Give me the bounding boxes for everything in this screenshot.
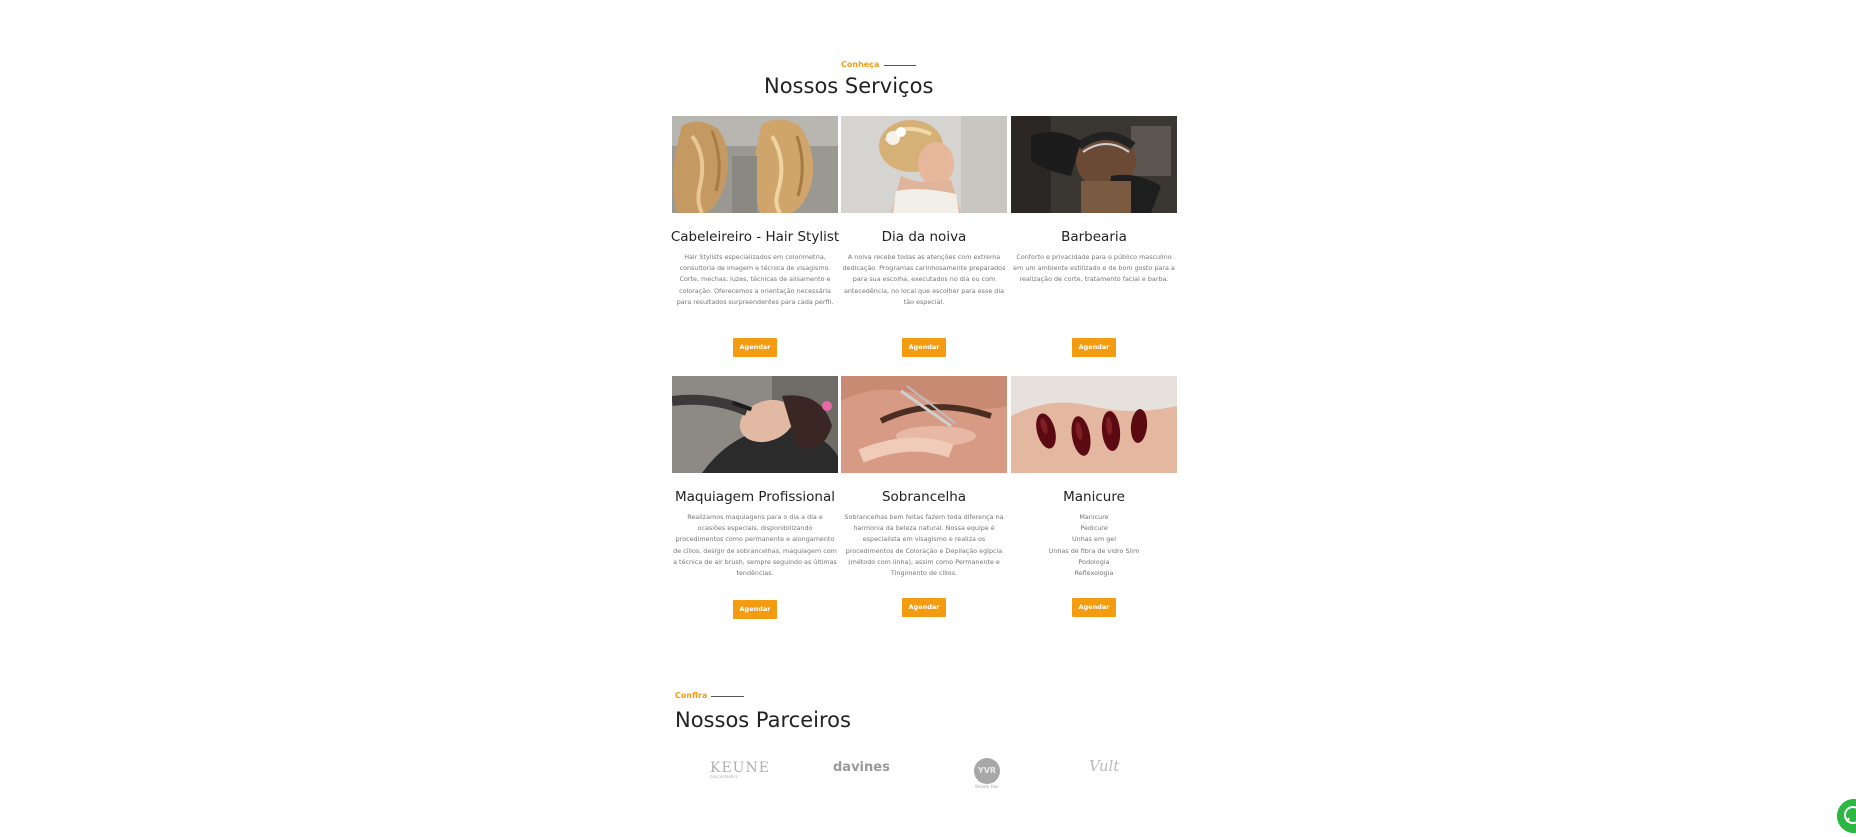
service-line: Pedicure [1080, 524, 1108, 533]
barber-haircut-photo [1011, 116, 1177, 213]
partners-eyebrow: Confira [675, 691, 708, 700]
schedule-button-bride[interactable]: Agendar [902, 338, 946, 357]
schedule-button-manicure[interactable]: Agendar [1072, 598, 1116, 617]
partners-title: Nossos Parceiros [675, 708, 851, 732]
schedule-button-barber[interactable]: Agendar [1072, 338, 1116, 357]
eyebrow-divider [711, 696, 744, 697]
partner-logo-yvr: YVR Beauty Hair [972, 758, 1002, 789]
whatsapp-icon [1837, 799, 1856, 833]
schedule-button-hair[interactable]: Agendar [733, 338, 777, 357]
service-line: Reflexologia [1074, 569, 1114, 578]
service-description: A noiva recebe todas as atenções com ext… [842, 253, 1006, 306]
service-title: Barbearia [1061, 229, 1127, 245]
eyebrow-divider [884, 65, 916, 66]
makeup-application-photo [672, 376, 838, 473]
service-description-list: Manicure Pedicure Unhas em gel Unhas de … [1012, 512, 1176, 579]
wavy-blonde-hair-photo [672, 116, 838, 213]
eyebrow-tweezing-photo [841, 376, 1007, 473]
partner-logo-keune: KEUNE haircosmetics [710, 760, 770, 779]
partner-logo-name: YVR [974, 758, 1000, 784]
service-line: Unhas em gel [1071, 535, 1116, 544]
partner-logo-vult: Vult [1089, 757, 1120, 775]
schedule-button-eyebrow[interactable]: Agendar [902, 598, 946, 617]
partner-logo-davines: davines [833, 760, 890, 775]
service-description: Realizamos maquiagens para o dia a dia e… [673, 513, 837, 578]
service-description: Hair Stylists especializados em colorime… [676, 253, 834, 306]
service-description: Sobrancelhas bem feitas fazem toda difer… [844, 513, 1004, 578]
red-nails-photo [1011, 376, 1177, 473]
services-section: Conheça Nossos Serviços Cabeleireiro - H… [0, 0, 1856, 825]
service-title: Manicure [1063, 489, 1125, 505]
service-line: Manicure [1079, 513, 1109, 521]
services-title: Nossos Serviços [764, 74, 934, 98]
bride-updo-photo [841, 116, 1007, 213]
schedule-button-makeup[interactable]: Agendar [733, 600, 777, 619]
service-description: Conforto e privacidade para o público ma… [1013, 253, 1175, 284]
partner-logo-tagline: Beauty Hair [975, 784, 999, 789]
whatsapp-button[interactable] [1837, 799, 1856, 833]
service-line: Unhas de fibra de vidro Slim [1048, 546, 1140, 555]
service-line: Podologia [1078, 557, 1110, 566]
services-eyebrow: Conheça [841, 60, 880, 69]
